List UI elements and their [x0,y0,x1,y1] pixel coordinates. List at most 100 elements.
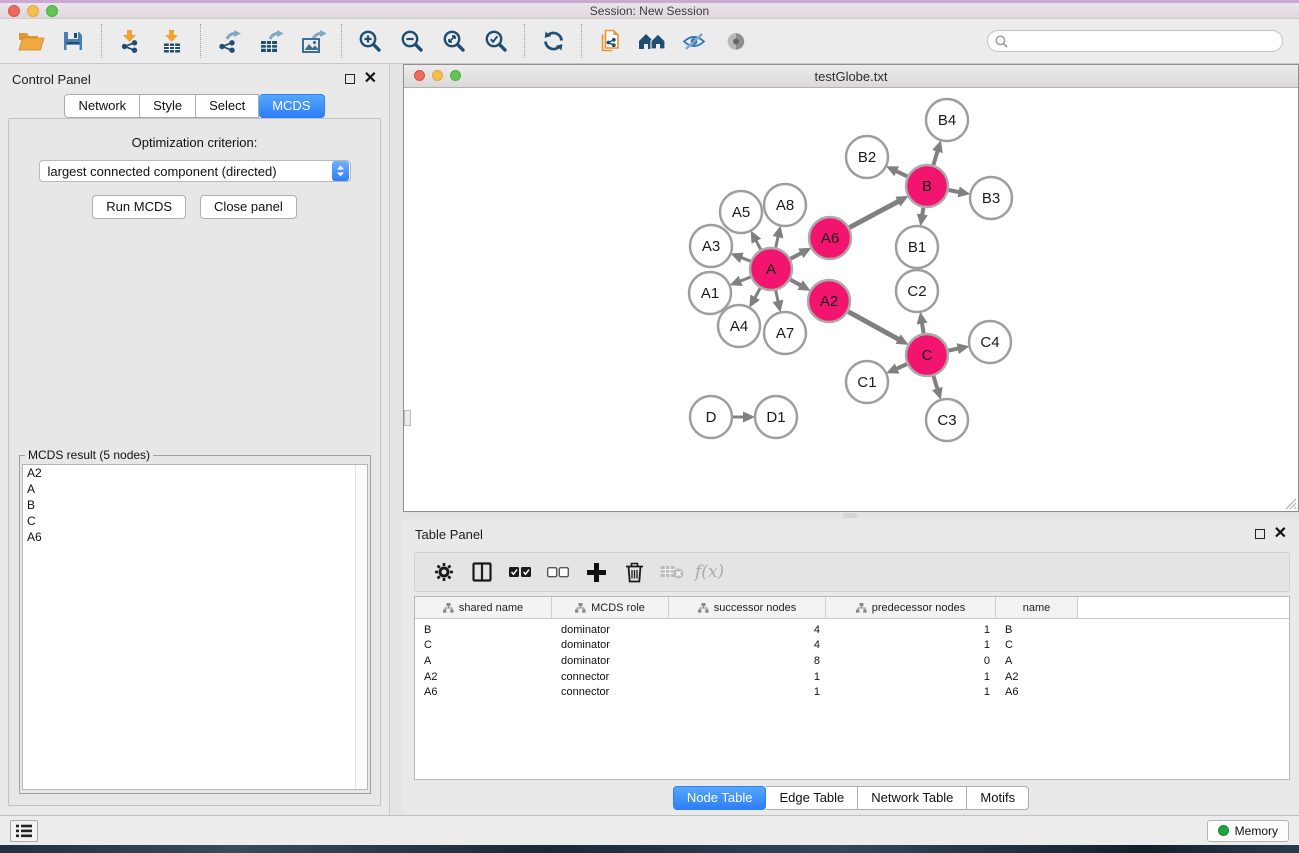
table-cell[interactable]: 1 [826,686,996,698]
minimize-window-button[interactable] [27,5,39,17]
save-session-button[interactable] [52,22,94,60]
import-network-button[interactable] [109,22,151,60]
table-cell[interactable]: A6 [415,686,552,698]
tab-edge-table[interactable]: Edge Table [766,786,858,810]
tab-network-table[interactable]: Network Table [858,786,967,810]
result-list-item[interactable]: C [23,513,367,529]
tab-mcds[interactable]: MCDS [259,94,324,118]
resize-grip-icon[interactable] [1284,497,1297,510]
table-cell[interactable]: A [996,655,1078,667]
result-list-item[interactable]: B [23,497,367,513]
edge-A-A5[interactable] [756,240,761,250]
canvas-scrollbar-nub[interactable] [404,410,411,426]
result-list-item[interactable]: A [23,481,367,497]
search-input[interactable] [1013,34,1275,48]
tab-network[interactable]: Network [64,94,140,118]
table-cell[interactable]: A2 [415,671,552,683]
table-cell[interactable]: B [415,624,552,636]
column-header-name[interactable]: name [996,597,1078,618]
hide-selected-button[interactable] [673,22,715,60]
export-image-button[interactable] [292,22,334,60]
network-window-titlebar[interactable]: testGlobe.txt [404,65,1298,88]
edge-B-B2[interactable] [896,171,908,177]
apply-layout-button[interactable] [532,22,574,60]
float-panel-button[interactable] [345,74,355,84]
edge-B-B4[interactable] [933,151,938,166]
edge-A-A3[interactable] [741,257,752,261]
edge-A-A4[interactable] [755,287,761,298]
open-session-button[interactable] [10,22,52,60]
table-cell[interactable]: dominator [552,639,669,651]
edge-B-B3[interactable] [948,190,960,192]
table-cell[interactable]: C [996,639,1078,651]
table-row[interactable]: Adominator80A [415,653,1289,669]
deselect-all-button[interactable] [539,555,577,589]
table-cell[interactable]: A2 [996,671,1078,683]
edge-A-A7[interactable] [775,290,778,302]
create-column-button[interactable] [577,555,615,589]
criterion-select[interactable]: largest connected component (directed) [39,160,351,182]
table-cell[interactable]: C [415,639,552,651]
zoom-in-button[interactable] [349,22,391,60]
table-cell[interactable]: dominator [552,624,669,636]
task-history-button[interactable] [10,820,38,842]
table-cell[interactable]: 0 [826,655,996,667]
zoom-selected-button[interactable] [475,22,517,60]
show-all-networks-button[interactable] [631,22,673,60]
edge-A6-B[interactable] [849,201,899,228]
network-canvas[interactable]: AA1A2A3A4A5A6A7A8BB1B2B3B4CC1C2C3C4DD1 [404,88,1298,511]
close-panel-button[interactable]: Close panel [200,195,297,219]
function-builder-button[interactable]: f(x) [695,562,724,582]
table-cell[interactable]: 1 [826,639,996,651]
table-cell[interactable]: 1 [826,671,996,683]
zoom-fit-button[interactable] [433,22,475,60]
table-row[interactable]: Bdominator41B [415,622,1289,638]
column-header-mcds-role[interactable]: MCDS role [552,597,669,618]
network-zoom-button[interactable] [450,70,461,81]
delete-column-button[interactable] [615,555,653,589]
duplicate-network-button[interactable] [589,22,631,60]
table-cell[interactable]: 1 [669,686,826,698]
table-cell[interactable]: dominator [552,655,669,667]
edge-C-C2[interactable] [922,323,924,335]
memory-button[interactable]: Memory [1207,820,1289,842]
tab-style[interactable]: Style [140,94,196,118]
result-list-scrollbar[interactable] [355,465,367,789]
select-all-button[interactable] [501,555,539,589]
edge-A-A6[interactable] [790,253,802,259]
column-header-successor-nodes[interactable]: successor nodes [669,597,826,618]
close-window-button[interactable] [8,5,20,17]
show-hidden-button[interactable] [715,22,757,60]
table-cell[interactable]: 1 [669,671,826,683]
export-table-button[interactable] [250,22,292,60]
table-cell[interactable]: B [996,624,1078,636]
table-cell[interactable]: 1 [826,624,996,636]
tab-motifs[interactable]: Motifs [967,786,1029,810]
edge-A-A2[interactable] [789,279,801,285]
edge-C-C1[interactable] [896,364,908,369]
edge-A-A8[interactable] [775,236,778,248]
edge-A-A1[interactable] [740,277,752,282]
table-cell[interactable]: A [415,655,552,667]
result-list-item[interactable]: A6 [23,529,367,545]
table-cell[interactable]: connector [552,686,669,698]
show-columns-button[interactable] [463,555,501,589]
network-close-button[interactable] [414,70,425,81]
search-field[interactable] [987,30,1283,52]
table-row[interactable]: A6connector11A6 [415,684,1289,700]
result-list-item[interactable]: A2 [23,465,367,481]
table-row[interactable]: Cdominator41C [415,638,1289,654]
column-header-predecessor-nodes[interactable]: predecessor nodes [826,597,996,618]
table-settings-button[interactable] [425,555,463,589]
table-cell[interactable]: 4 [669,624,826,636]
table-float-button[interactable] [1255,529,1265,539]
export-network-button[interactable] [208,22,250,60]
column-header-shared-name[interactable]: shared name [415,597,552,618]
close-panel-x-button[interactable]: ✕ [364,74,377,84]
tab-node-table[interactable]: Node Table [673,786,767,810]
network-minimize-button[interactable] [432,70,443,81]
edge-C-C3[interactable] [933,375,937,389]
zoom-out-button[interactable] [391,22,433,60]
run-mcds-button[interactable]: Run MCDS [92,195,186,219]
import-table-button[interactable] [151,22,193,60]
